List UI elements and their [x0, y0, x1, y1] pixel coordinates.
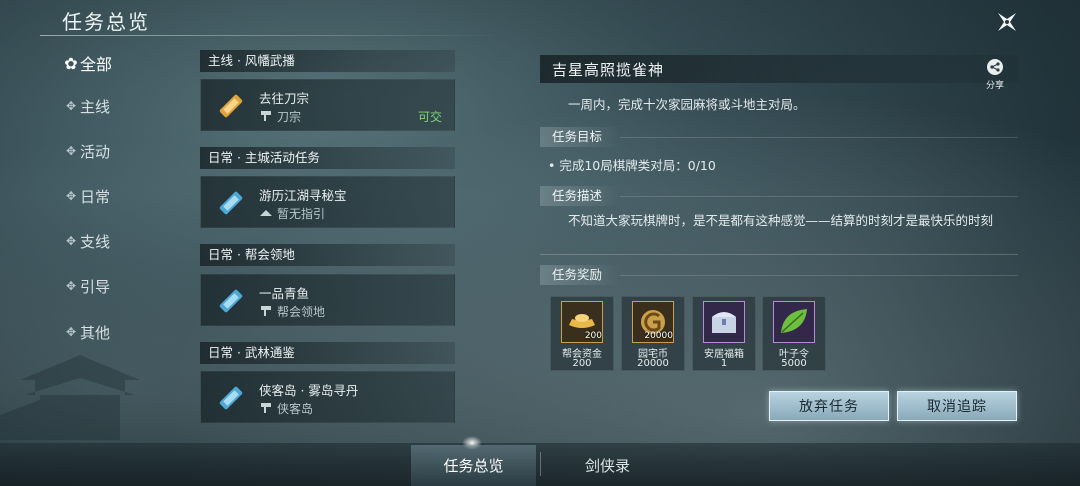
diamond-marker-icon: ✥	[65, 325, 77, 339]
quest-card[interactable]: 侠客岛 · 雾岛寻丹 侠客岛	[200, 371, 455, 423]
nav-item-guide[interactable]: ✥ 引导	[62, 271, 152, 301]
quest-name: 一品青鱼	[259, 286, 310, 301]
tab-jianxia-record[interactable]: 剑侠录	[545, 445, 670, 486]
quest-category-header: 日常 · 武林通鉴	[200, 342, 455, 364]
waypoint-icon	[261, 306, 271, 316]
reward-item[interactable]: 20000 园宅币 20000	[621, 296, 685, 371]
reward-count: 1	[720, 358, 728, 369]
nav-item-all[interactable]: ✿ 全部	[62, 48, 152, 78]
quest-goal: • 完成10局棋牌类对局：0/10	[548, 158, 716, 173]
quest-name: 游历江湖寻秘宝	[259, 188, 347, 203]
story-heading: 任务描述	[540, 186, 620, 206]
quest-scroll-blue-icon	[219, 191, 243, 215]
nav-item-label: 支线	[80, 232, 111, 251]
waypoint-icon	[261, 111, 271, 121]
quest-description: 一周内，完成十次家园麻将或斗地主对局。	[568, 97, 806, 112]
story-divider	[540, 254, 1018, 255]
reward-badge: 200	[584, 331, 602, 341]
reward-badge: 20000	[644, 331, 673, 341]
section-divider	[620, 196, 1018, 197]
diamond-marker-icon: ✥	[65, 189, 77, 203]
nav-item-label: 日常	[80, 187, 111, 206]
share-icon	[987, 59, 1003, 75]
leaf-token-icon	[773, 301, 815, 343]
quest-scroll-blue-icon	[219, 386, 243, 410]
reward-item[interactable]: 安居福箱 1	[692, 296, 756, 371]
header-divider	[40, 35, 510, 36]
quest-scroll-gold-icon	[219, 94, 243, 118]
quest-category-header: 日常 · 主城活动任务	[200, 147, 455, 169]
flower-marker-icon: ✿	[64, 53, 78, 73]
nav-item-label: 其他	[80, 323, 111, 342]
quest-card[interactable]: 去往刀宗 刀宗 可交	[200, 79, 455, 131]
share-label: 分享	[985, 81, 1004, 91]
nav-item-label: 主线	[80, 97, 111, 116]
quest-card[interactable]: 一品青鱼 帮会领地	[200, 274, 455, 326]
nav-item-label: 活动	[80, 142, 111, 161]
reward-count: 200	[572, 358, 592, 369]
quest-status: 可交	[417, 110, 442, 124]
quest-category-header: 日常 · 帮会领地	[200, 244, 455, 266]
nav-item-other[interactable]: ✥ 其他	[62, 317, 152, 347]
quest-name: 侠客岛 · 雾岛寻丹	[259, 383, 359, 398]
quest-category-header: 主线 · 风幡武播	[200, 50, 455, 72]
nav-item-side[interactable]: ✥ 支线	[62, 226, 152, 256]
untrack-quest-button[interactable]: 取消追踪	[897, 391, 1017, 421]
quest-location: 侠客岛	[277, 402, 314, 416]
page-title: 任务总览	[62, 10, 150, 34]
reward-item[interactable]: 叶子令 5000	[762, 296, 826, 371]
treasure-chest-icon	[703, 301, 745, 343]
close-icon[interactable]	[992, 7, 1022, 37]
nav-item-label: 引导	[80, 277, 111, 296]
quest-card[interactable]: 游历江湖寻秘宝 暂无指引	[200, 176, 455, 228]
diamond-marker-icon: ✥	[65, 99, 77, 113]
diamond-marker-icon: ✥	[65, 234, 77, 248]
quest-name: 去往刀宗	[259, 91, 310, 106]
reward-count: 5000	[781, 358, 807, 369]
no-guide-icon	[260, 210, 272, 216]
quest-location: 刀宗	[277, 110, 302, 124]
nav-item-label: 全部	[80, 55, 113, 74]
quest-goal-text: 完成10局棋牌类对局：0/10	[559, 158, 716, 173]
diamond-marker-icon: ✥	[65, 279, 77, 293]
section-divider	[620, 137, 1018, 138]
tab-divider	[540, 452, 541, 476]
quest-location: 暂无指引	[277, 207, 326, 221]
quest-detail-title: 吉星高照揽雀神	[552, 61, 665, 79]
goal-heading: 任务目标	[540, 127, 620, 147]
waypoint-icon	[261, 403, 271, 413]
nav-item-main[interactable]: ✥ 主线	[62, 91, 152, 121]
share-button[interactable]: 分享	[980, 58, 1010, 91]
tab-quest-overview[interactable]: 任务总览	[411, 445, 536, 486]
diamond-marker-icon: ✥	[65, 144, 77, 158]
quest-story: 不知道大家玩棋牌时，是不是都有这种感觉——结算的时刻才是最快乐的时刻	[568, 213, 994, 228]
nav-item-daily[interactable]: ✥ 日常	[62, 181, 152, 211]
nav-item-event[interactable]: ✥ 活动	[62, 136, 152, 166]
quest-location: 帮会领地	[277, 305, 326, 319]
reward-item[interactable]: 200 帮会资金 200	[550, 296, 614, 371]
abandon-quest-button[interactable]: 放弃任务	[769, 391, 889, 421]
section-divider	[620, 275, 1018, 276]
reward-heading: 任务奖励	[540, 265, 620, 285]
quest-scroll-blue-icon	[219, 289, 243, 313]
reward-count: 20000	[637, 358, 669, 369]
